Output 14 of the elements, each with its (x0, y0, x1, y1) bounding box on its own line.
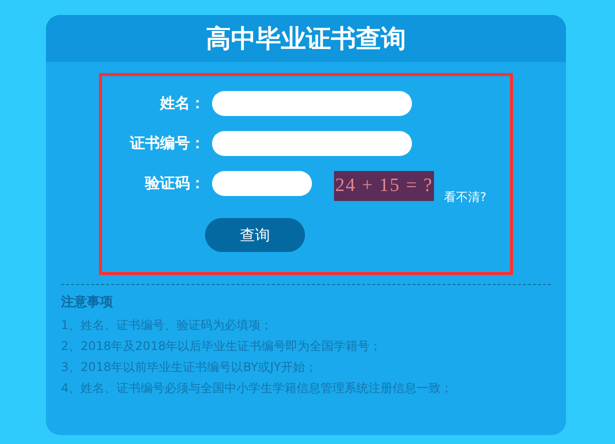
captcha-image: 24 + 15 = ? (334, 171, 434, 201)
note-text: 3、2018年以前毕业生证书编号以BY或JY开始； (61, 359, 318, 376)
input-field[interactable] (212, 90, 412, 116)
submit-button[interactable]: 查询 (205, 218, 305, 252)
page-title: 高中毕业证书查询 (206, 23, 406, 55)
notes-heading: 注意事项 (61, 294, 114, 311)
note-text: 4、姓名、证书编号必须与全国中小学生学籍信息管理系统注册信息一致； (61, 380, 454, 397)
input-field[interactable] (212, 170, 312, 196)
note-text: 1、姓名、证书编号、验证码为必填项； (61, 317, 274, 334)
field-label: 证书编号： (128, 134, 205, 152)
input-field[interactable] (212, 130, 412, 156)
field-label: 姓名： (158, 94, 205, 112)
note-text: 2、2018年及2018年以后毕业生证书编号即为全国学籍号； (61, 338, 383, 355)
field-label: 验证码： (144, 174, 205, 192)
